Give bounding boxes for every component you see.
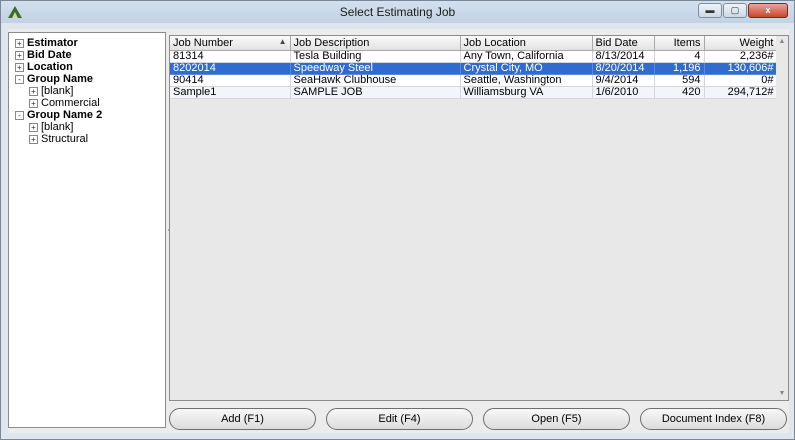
table-row[interactable]: 8202014 Speedway Steel Crystal City, MO 8/2… — [170, 62, 778, 75]
group-tree[interactable]: + Estimator + Bid Date + Location - Group Name +… — [8, 32, 166, 428]
table-cell: 1,196 — [654, 62, 705, 75]
collapse-icon[interactable]: - — [15, 75, 24, 84]
table-cell: Williamsburg VA — [460, 86, 593, 99]
column-header-weight[interactable]: Weight — [704, 36, 778, 51]
tree-node-label: [blank] — [41, 85, 74, 97]
tree-node[interactable]: + [blank] — [15, 121, 165, 133]
add-button[interactable]: Add (F1) — [169, 408, 316, 430]
grid-header-row: Job Number ▲ Job Description Job Locatio… — [170, 36, 778, 51]
expand-icon[interactable]: + — [29, 87, 38, 96]
action-buttons: Add (F1) Edit (F4) Open (F5) Document In… — [169, 408, 789, 430]
table-cell: Seattle, Washington — [460, 74, 593, 87]
tree-node-label: Structural — [41, 133, 89, 145]
minimize-button[interactable]: ▬ — [698, 3, 722, 18]
table-cell: 8/20/2014 — [592, 62, 655, 75]
column-header-job-description[interactable]: Job Description — [290, 36, 461, 51]
tree-node[interactable]: + [blank] — [15, 85, 165, 97]
jobs-grid: Job Number ▲ Job Description Job Locatio… — [169, 35, 789, 401]
tree-node[interactable]: + Location — [15, 61, 165, 73]
tree-node-label: Location — [27, 61, 73, 73]
scroll-down-icon[interactable]: ▼ — [776, 388, 788, 400]
select-job-window: Select Estimating Job ▬ ▢ x + Estimator + B… — [0, 0, 795, 440]
column-header-job-location[interactable]: Job Location — [460, 36, 593, 51]
tree-node[interactable]: + Bid Date — [15, 49, 165, 61]
tree-node[interactable]: + Commercial — [15, 97, 165, 109]
edit-button[interactable]: Edit (F4) — [326, 408, 473, 430]
tree-node-label: Group Name — [27, 73, 94, 85]
tree-node-label: Bid Date — [27, 49, 72, 61]
tree-node[interactable]: - Group Name — [15, 73, 165, 85]
vertical-scrollbar[interactable]: ▲ ▼ — [776, 36, 788, 400]
title-bar[interactable]: Select Estimating Job ▬ ▢ x — [1, 1, 794, 23]
table-cell: SAMPLE JOB — [290, 86, 461, 99]
table-cell: Sample1 — [170, 86, 291, 99]
table-row[interactable]: Sample1 SAMPLE JOB Williamsburg VA 1/6/2010… — [170, 86, 778, 99]
expand-icon[interactable]: + — [29, 135, 38, 144]
tree-node-label: Estimator — [27, 37, 78, 49]
tree-node[interactable]: + Estimator — [15, 37, 165, 49]
window-title: Select Estimating Job — [339, 5, 456, 19]
column-header-label: Job Number — [173, 36, 233, 49]
table-cell: 130,606# — [704, 62, 778, 75]
sort-ascending-icon: ▲ — [278, 36, 287, 46]
expand-icon[interactable]: + — [15, 39, 24, 48]
table-cell: Any Town, California — [460, 50, 593, 63]
tree-node[interactable]: - Group Name 2 — [15, 109, 165, 121]
column-header-bid-date[interactable]: Bid Date — [592, 36, 655, 51]
table-cell: 594 — [654, 74, 705, 87]
table-cell: 1/6/2010 — [592, 86, 655, 99]
column-header-items[interactable]: Items — [654, 36, 705, 51]
tree-node-label: [blank] — [41, 121, 74, 133]
table-cell: 4 — [654, 50, 705, 63]
table-cell: 8/13/2014 — [592, 50, 655, 63]
scroll-up-icon[interactable]: ▲ — [776, 36, 788, 48]
table-cell: 2,236# — [704, 50, 778, 63]
table-cell: 0# — [704, 74, 778, 87]
document-index-button[interactable]: Document Index (F8) — [640, 408, 787, 430]
table-cell: 294,712# — [704, 86, 778, 99]
open-button[interactable]: Open (F5) — [483, 408, 630, 430]
tree-node-label: Group Name 2 — [27, 109, 103, 121]
expand-icon[interactable]: + — [15, 63, 24, 72]
table-cell: 81314 — [170, 50, 291, 63]
expand-icon[interactable]: + — [29, 123, 38, 132]
close-button[interactable]: x — [748, 3, 788, 18]
table-cell: 9/4/2014 — [592, 74, 655, 87]
expand-icon[interactable]: + — [29, 99, 38, 108]
table-cell: Tesla Building — [290, 50, 461, 63]
table-cell: Speedway Steel — [290, 62, 461, 75]
tree-node[interactable]: + Structural — [15, 133, 165, 145]
column-header-job-number[interactable]: Job Number ▲ — [170, 36, 291, 51]
table-cell: 8202014 — [170, 62, 291, 75]
expand-icon[interactable]: + — [15, 51, 24, 60]
table-row[interactable]: 81314 Tesla Building Any Town, California 8… — [170, 50, 778, 63]
table-cell: SeaHawk Clubhouse — [290, 74, 461, 87]
table-cell: 90414 — [170, 74, 291, 87]
collapse-icon[interactable]: - — [15, 111, 24, 120]
maximize-button[interactable]: ▢ — [723, 3, 747, 18]
client-area: + Estimator + Bid Date + Location - Group Name +… — [8, 29, 789, 433]
table-cell: 420 — [654, 86, 705, 99]
tree-node-label: Commercial — [41, 97, 100, 109]
table-cell: Crystal City, MO — [460, 62, 593, 75]
table-row[interactable]: 90414 SeaHawk Clubhouse Seattle, Washingto… — [170, 74, 778, 87]
